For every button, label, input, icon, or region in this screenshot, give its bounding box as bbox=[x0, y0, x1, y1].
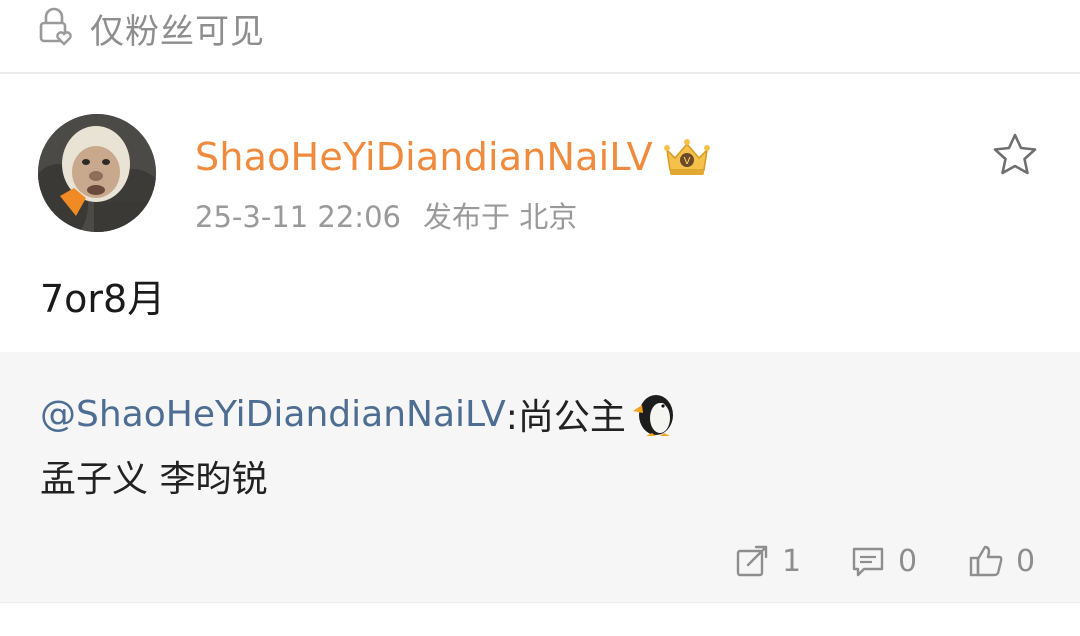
repost-icon bbox=[736, 545, 768, 577]
avatar[interactable] bbox=[38, 114, 156, 232]
post-meta: 25-3-11 22:06 发布于 北京 bbox=[195, 194, 599, 236]
username[interactable]: ShaoHeYiDiandianNaiLV bbox=[195, 135, 653, 179]
thumbs-up-icon bbox=[969, 545, 1003, 577]
svg-text:V: V bbox=[683, 156, 690, 167]
quote-text: :尚公主 bbox=[505, 397, 626, 438]
comment-button[interactable]: 0 bbox=[850, 536, 917, 586]
username-row: ShaoHeYiDiandianNaiLV V bbox=[195, 132, 713, 182]
comment-icon bbox=[852, 547, 884, 577]
comment-count: 0 bbox=[898, 543, 918, 579]
post-location: 发布于 北京 bbox=[422, 200, 578, 234]
like-count: 0 bbox=[1016, 543, 1036, 579]
action-bar: 1 0 0 bbox=[0, 536, 1080, 586]
penguin-icon bbox=[632, 395, 673, 436]
quote-second-line: 孟子义 李昀锐 bbox=[40, 459, 268, 500]
bottom-strip bbox=[0, 602, 1080, 636]
visibility-label: 仅粉丝可见 bbox=[90, 12, 265, 52]
like-button[interactable]: 0 bbox=[968, 536, 1035, 586]
divider bbox=[0, 72, 1080, 74]
repost-count: 1 bbox=[782, 543, 802, 579]
post-body-text: 7or8月 bbox=[40, 277, 166, 321]
avatar-image bbox=[38, 114, 156, 232]
crown-badge-icon: V bbox=[663, 139, 710, 175]
quoted-post[interactable]: @ShaoHeYiDiandianNaiLV:尚公主 孟子义 李昀锐 1 0 … bbox=[0, 352, 1080, 602]
lock-heart-icon bbox=[39, 7, 72, 46]
post-header: ShaoHeYiDiandianNaiLV V 25-3-11 22:06 发布于… bbox=[0, 110, 1080, 240]
post-timestamp: 25-3-11 22:06 bbox=[195, 200, 401, 234]
repost-button[interactable]: 1 bbox=[734, 536, 801, 586]
quote-mention-link[interactable]: @ShaoHeYiDiandianNaiLV bbox=[40, 394, 506, 435]
visibility-bar: 仅粉丝可见 bbox=[0, 0, 1080, 70]
quote-first-line: @ShaoHeYiDiandianNaiLV:尚公主 bbox=[40, 388, 680, 440]
favorite-star-icon[interactable] bbox=[990, 130, 1040, 180]
